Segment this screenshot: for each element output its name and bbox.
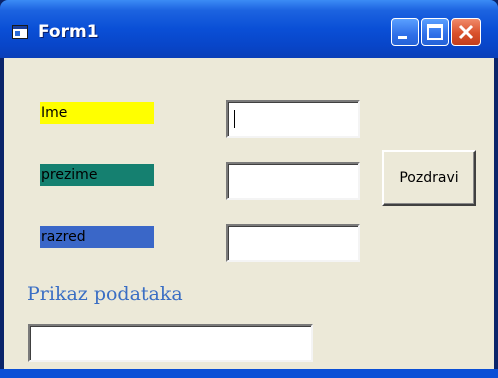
title-bar[interactable]: Form1 [0,0,498,58]
close-button[interactable] [451,18,481,46]
ime-input[interactable] [226,100,360,138]
pozdravi-button[interactable]: Pozdravi [382,150,476,206]
minimize-icon [398,36,407,39]
prezime-label: prezime [40,164,154,186]
prezime-input[interactable] [226,162,360,200]
window-bottom-border [0,369,498,378]
maximize-icon [427,24,443,40]
output-textbox[interactable] [28,324,313,362]
razred-input[interactable] [226,224,360,262]
ime-label: Ime [40,102,154,124]
maximize-button[interactable] [421,18,449,46]
razred-label: razred [40,226,154,248]
minimize-button[interactable] [391,18,419,46]
prikaz-podataka-heading: Prikaz podataka [27,283,183,305]
form-client-area: Ime prezime razred Pozdravi Prikaz podat… [4,58,494,369]
close-icon [458,24,474,40]
text-caret [234,110,235,128]
form-window-icon[interactable] [12,25,28,39]
window-title: Form1 [38,22,99,42]
app-window: Form1 Ime prezime razred Pozdravi Prikaz… [0,0,498,378]
